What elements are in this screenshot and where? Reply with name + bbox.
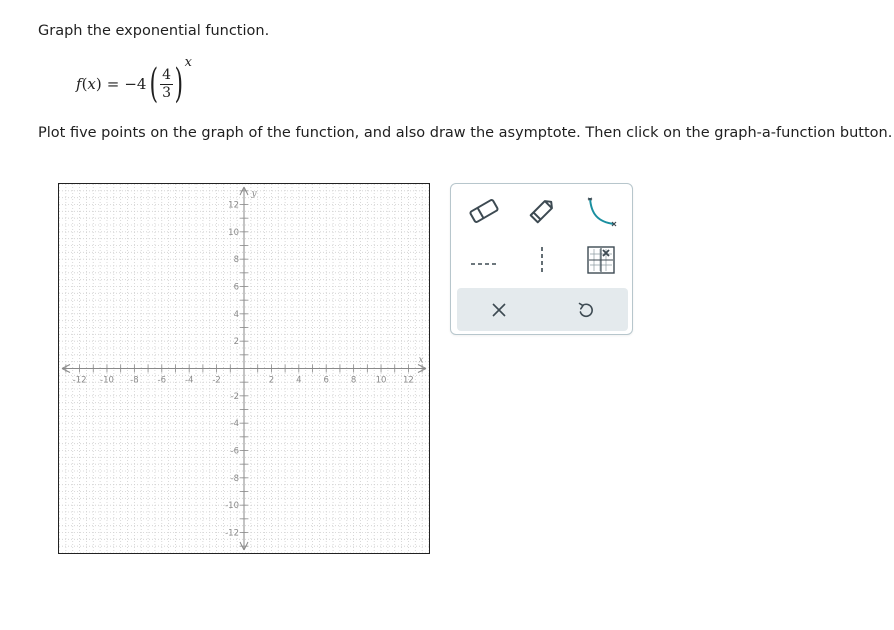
undo-button[interactable]: [556, 290, 616, 330]
function-coefficient: −4: [124, 75, 147, 93]
x-tick-label: -12: [73, 376, 87, 386]
x-tick-label: 12: [403, 376, 414, 386]
x-axis-label: x: [418, 356, 423, 366]
y-tick-label: 2: [234, 337, 239, 347]
y-tick-label: -4: [231, 419, 239, 429]
x-tick-label: -6: [158, 376, 166, 386]
function-base-fraction: 4 3: [160, 67, 173, 102]
x-tick-label: 8: [351, 376, 356, 386]
x-tick-label: -2: [212, 376, 220, 386]
y-axis-label: y: [250, 189, 257, 199]
function-formula: f ( x ) = −4 ( 4 3 ) x: [76, 55, 192, 107]
x-tick-label: -8: [130, 376, 138, 386]
question-prompt: Graph the exponential function.: [38, 23, 270, 39]
undo-icon: [578, 302, 593, 318]
pencil-tool[interactable]: [518, 191, 566, 231]
graph-function-icon: [587, 246, 615, 274]
coordinate-plane[interactable]: -12 -10 -8 -6 -4 -2 2 4 6 8 10 12 12 10 8 6 4 2 -2 -4 -6 -8 -1…: [59, 184, 429, 553]
y-tick-label: -6: [231, 447, 239, 457]
exponential-curve-icon: [587, 197, 617, 227]
exponential-graph-tool[interactable]: [577, 191, 625, 231]
x-tick-label: 2: [269, 376, 274, 386]
pencil-icon: [529, 200, 553, 224]
y-tick-label: 10: [228, 228, 239, 238]
y-tick-label: -8: [231, 474, 239, 484]
action-bar: [457, 288, 628, 331]
x-tick-label: 6: [324, 376, 329, 386]
y-tick-label: 4: [234, 310, 239, 320]
horizontal-dashed-line-icon: [471, 263, 497, 265]
x-tick-label: -10: [100, 376, 114, 386]
clear-button[interactable]: [469, 290, 529, 330]
graph-a-function-button[interactable]: [577, 240, 625, 280]
y-tick-label: -2: [231, 392, 239, 402]
y-tick-label: -10: [225, 501, 239, 511]
x-tick-label: -4: [185, 376, 193, 386]
function-exponent: x: [184, 55, 192, 70]
y-tick-label: 12: [228, 201, 239, 211]
base-denominator: 3: [162, 84, 171, 101]
vertical-dashed-line-icon: [541, 247, 543, 273]
function-variable: x: [87, 75, 96, 93]
x-icon: [492, 303, 506, 317]
x-tick-label: 4: [296, 376, 301, 386]
graph-toolbox: [450, 183, 633, 335]
base-numerator: 4: [160, 66, 173, 85]
eraser-icon: [469, 199, 499, 223]
y-tick-label: -12: [225, 529, 239, 539]
equals-sign: =: [106, 75, 120, 93]
y-tick-label: 6: [234, 283, 239, 293]
x-tick-label: 10: [376, 376, 387, 386]
graph-area[interactable]: -12 -10 -8 -6 -4 -2 2 4 6 8 10 12 12 10 8 6 4 2 -2 -4 -6 -8 -1…: [58, 183, 430, 554]
question-instructions: Plot five points on the graph of the fun…: [38, 125, 893, 141]
horizontal-asymptote-tool[interactable]: [460, 240, 508, 280]
y-tick-label: 8: [234, 255, 239, 265]
vertical-asymptote-tool[interactable]: [518, 240, 566, 280]
eraser-tool[interactable]: [460, 191, 508, 231]
